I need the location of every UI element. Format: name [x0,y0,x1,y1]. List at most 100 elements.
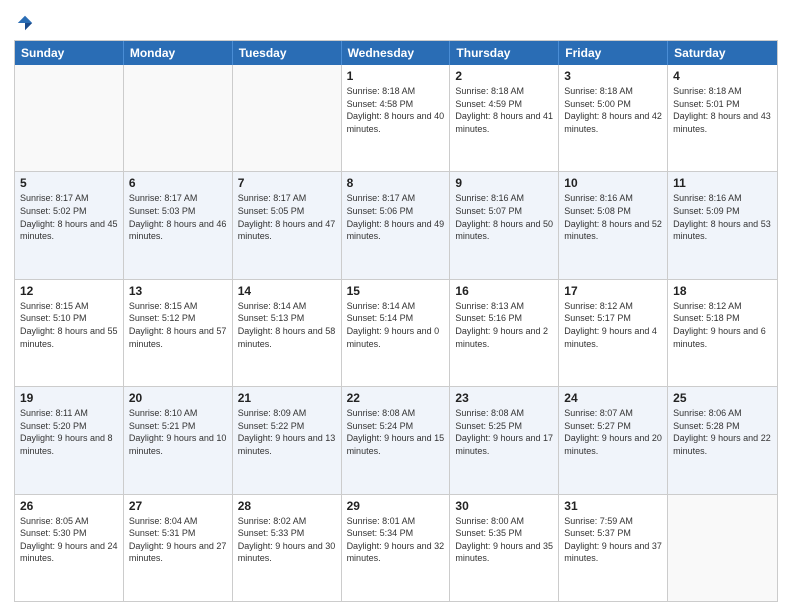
day-info: Sunrise: 8:18 AM Sunset: 4:59 PM Dayligh… [455,85,553,135]
day-info: Sunrise: 8:09 AM Sunset: 5:22 PM Dayligh… [238,407,336,457]
day-number: 18 [673,284,772,298]
header-day-thursday: Thursday [450,41,559,65]
day-info: Sunrise: 8:17 AM Sunset: 5:03 PM Dayligh… [129,192,227,242]
day-number: 25 [673,391,772,405]
header-day-saturday: Saturday [668,41,777,65]
day-info: Sunrise: 8:18 AM Sunset: 5:00 PM Dayligh… [564,85,662,135]
day-cell-15: 15Sunrise: 8:14 AM Sunset: 5:14 PM Dayli… [342,280,451,386]
header [14,10,778,34]
day-info: Sunrise: 8:18 AM Sunset: 4:58 PM Dayligh… [347,85,445,135]
day-number: 19 [20,391,118,405]
header-day-friday: Friday [559,41,668,65]
empty-cell [124,65,233,171]
day-cell-1: 1Sunrise: 8:18 AM Sunset: 4:58 PM Daylig… [342,65,451,171]
day-cell-22: 22Sunrise: 8:08 AM Sunset: 5:24 PM Dayli… [342,387,451,493]
day-info: Sunrise: 8:08 AM Sunset: 5:25 PM Dayligh… [455,407,553,457]
day-info: Sunrise: 8:07 AM Sunset: 5:27 PM Dayligh… [564,407,662,457]
day-info: Sunrise: 8:02 AM Sunset: 5:33 PM Dayligh… [238,515,336,565]
day-number: 8 [347,176,445,190]
day-cell-2: 2 Sunrise: 8:18 AM Sunset: 4:59 PM Daylig… [450,65,559,171]
day-info: Sunrise: 8:17 AM Sunset: 5:05 PM Dayligh… [238,192,336,242]
day-number: 9 [455,176,553,190]
day-cell-3: 3 Sunrise: 8:18 AM Sunset: 5:00 PM Daylig… [559,65,668,171]
day-info: Sunrise: 8:11 AM Sunset: 5:20 PM Dayligh… [20,407,118,457]
calendar-row-4: 19 Sunrise: 8:11 AM Sunset: 5:20 PM Dayli… [15,386,777,493]
day-info: Sunrise: 8:13 AM Sunset: 5:16 PM Dayligh… [455,300,553,350]
day-number: 31 [564,499,662,513]
day-cell-4: 4Sunrise: 8:18 AM Sunset: 5:01 PM Daylig… [668,65,777,171]
day-cell-31: 31 Sunrise: 7:59 AM Sunset: 5:37 PM Dayli… [559,495,668,601]
day-cell-12: 12 Sunrise: 8:15 AM Sunset: 5:10 PM Dayli… [15,280,124,386]
day-info: Sunrise: 8:17 AM Sunset: 5:02 PM Dayligh… [20,192,118,242]
day-number: 2 [455,69,553,83]
day-cell-25: 25 Sunrise: 8:06 AM Sunset: 5:28 PM Dayli… [668,387,777,493]
day-info: Sunrise: 8:18 AM Sunset: 5:01 PM Dayligh… [673,85,772,135]
day-info: Sunrise: 8:12 AM Sunset: 5:18 PM Dayligh… [673,300,772,350]
day-cell-26: 26Sunrise: 8:05 AM Sunset: 5:30 PM Dayli… [15,495,124,601]
calendar-body: 1Sunrise: 8:18 AM Sunset: 4:58 PM Daylig… [15,65,777,601]
day-cell-14: 14Sunrise: 8:14 AM Sunset: 5:13 PM Dayli… [233,280,342,386]
logo-icon [16,14,34,32]
calendar: SundayMondayTuesdayWednesdayThursdayFrid… [14,40,778,602]
day-cell-17: 17 Sunrise: 8:12 AM Sunset: 5:17 PM Dayli… [559,280,668,386]
day-cell-27: 27 Sunrise: 8:04 AM Sunset: 5:31 PM Dayli… [124,495,233,601]
calendar-row-5: 26Sunrise: 8:05 AM Sunset: 5:30 PM Dayli… [15,494,777,601]
day-cell-8: 8 Sunrise: 8:17 AM Sunset: 5:06 PM Daylig… [342,172,451,278]
day-number: 24 [564,391,662,405]
day-number: 11 [673,176,772,190]
day-cell-29: 29 Sunrise: 8:01 AM Sunset: 5:34 PM Dayli… [342,495,451,601]
day-info: Sunrise: 8:14 AM Sunset: 5:14 PM Dayligh… [347,300,445,350]
day-number: 6 [129,176,227,190]
day-number: 3 [564,69,662,83]
day-info: Sunrise: 8:10 AM Sunset: 5:21 PM Dayligh… [129,407,227,457]
empty-cell [15,65,124,171]
header-day-wednesday: Wednesday [342,41,451,65]
day-cell-24: 24 Sunrise: 8:07 AM Sunset: 5:27 PM Dayli… [559,387,668,493]
day-info: Sunrise: 8:16 AM Sunset: 5:07 PM Dayligh… [455,192,553,242]
day-info: Sunrise: 8:04 AM Sunset: 5:31 PM Dayligh… [129,515,227,565]
calendar-header: SundayMondayTuesdayWednesdayThursdayFrid… [15,41,777,65]
day-info: Sunrise: 8:12 AM Sunset: 5:17 PM Dayligh… [564,300,662,350]
day-info: Sunrise: 8:14 AM Sunset: 5:13 PM Dayligh… [238,300,336,350]
day-info: Sunrise: 8:08 AM Sunset: 5:24 PM Dayligh… [347,407,445,457]
day-number: 17 [564,284,662,298]
day-info: Sunrise: 8:16 AM Sunset: 5:08 PM Dayligh… [564,192,662,242]
day-cell-21: 21 Sunrise: 8:09 AM Sunset: 5:22 PM Dayli… [233,387,342,493]
day-info: Sunrise: 8:17 AM Sunset: 5:06 PM Dayligh… [347,192,445,242]
day-number: 27 [129,499,227,513]
day-info: Sunrise: 8:06 AM Sunset: 5:28 PM Dayligh… [673,407,772,457]
calendar-row-1: 1Sunrise: 8:18 AM Sunset: 4:58 PM Daylig… [15,65,777,171]
day-number: 5 [20,176,118,190]
day-cell-23: 23 Sunrise: 8:08 AM Sunset: 5:25 PM Dayli… [450,387,559,493]
day-cell-5: 5 Sunrise: 8:17 AM Sunset: 5:02 PM Daylig… [15,172,124,278]
day-number: 30 [455,499,553,513]
calendar-row-2: 5 Sunrise: 8:17 AM Sunset: 5:02 PM Daylig… [15,171,777,278]
day-cell-30: 30 Sunrise: 8:00 AM Sunset: 5:35 PM Dayli… [450,495,559,601]
empty-cell [233,65,342,171]
day-info: Sunrise: 8:00 AM Sunset: 5:35 PM Dayligh… [455,515,553,565]
day-info: Sunrise: 8:05 AM Sunset: 5:30 PM Dayligh… [20,515,118,565]
day-number: 28 [238,499,336,513]
day-info: Sunrise: 8:15 AM Sunset: 5:10 PM Dayligh… [20,300,118,350]
day-info: Sunrise: 8:01 AM Sunset: 5:34 PM Dayligh… [347,515,445,565]
day-cell-18: 18 Sunrise: 8:12 AM Sunset: 5:18 PM Dayli… [668,280,777,386]
day-cell-20: 20 Sunrise: 8:10 AM Sunset: 5:21 PM Dayli… [124,387,233,493]
day-number: 20 [129,391,227,405]
day-number: 7 [238,176,336,190]
day-number: 23 [455,391,553,405]
day-cell-16: 16 Sunrise: 8:13 AM Sunset: 5:16 PM Dayli… [450,280,559,386]
day-number: 29 [347,499,445,513]
day-cell-19: 19 Sunrise: 8:11 AM Sunset: 5:20 PM Dayli… [15,387,124,493]
day-info: Sunrise: 7:59 AM Sunset: 5:37 PM Dayligh… [564,515,662,565]
page: SundayMondayTuesdayWednesdayThursdayFrid… [0,0,792,612]
day-number: 16 [455,284,553,298]
header-day-tuesday: Tuesday [233,41,342,65]
day-cell-28: 28 Sunrise: 8:02 AM Sunset: 5:33 PM Dayli… [233,495,342,601]
day-number: 13 [129,284,227,298]
day-cell-7: 7 Sunrise: 8:17 AM Sunset: 5:05 PM Daylig… [233,172,342,278]
day-number: 10 [564,176,662,190]
day-number: 12 [20,284,118,298]
day-cell-11: 11Sunrise: 8:16 AM Sunset: 5:09 PM Dayli… [668,172,777,278]
calendar-row-3: 12 Sunrise: 8:15 AM Sunset: 5:10 PM Dayli… [15,279,777,386]
day-number: 21 [238,391,336,405]
